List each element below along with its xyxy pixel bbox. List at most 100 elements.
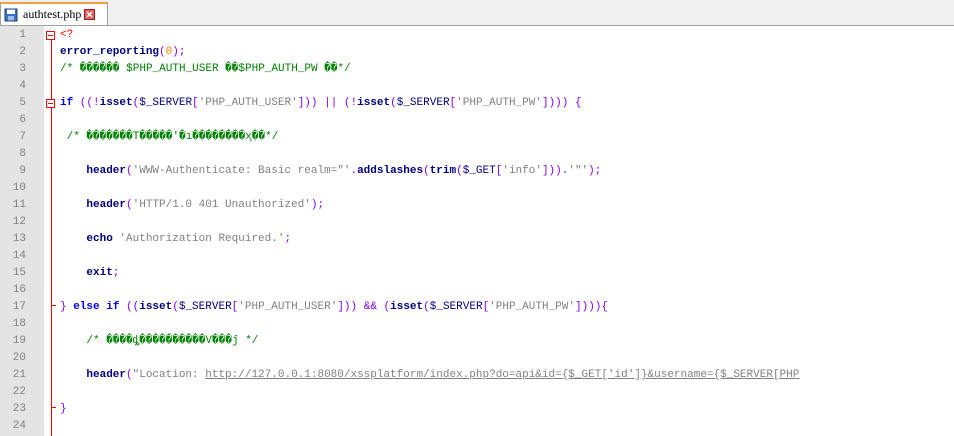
code-token: 'PHP_AUTH_USER'	[238, 301, 338, 313]
code-line[interactable]: 13 echo 'Authorization Required.';	[0, 231, 954, 248]
code-token: isset	[390, 301, 424, 313]
code-line[interactable]: 3 /* ������ $PHP_AUTH_USER ��$PHP_AUTH_PW…	[0, 61, 954, 78]
code-token: /* �������T�����'�ı��������ҳ��*/	[60, 131, 279, 143]
line-number: 14	[12, 250, 26, 262]
code-token: if	[60, 97, 74, 109]
code-token: ])) && (	[337, 301, 391, 313]
code-token: exit	[86, 267, 113, 279]
line-number: 24	[12, 420, 26, 432]
code-token: "Location:	[132, 369, 206, 381]
line-number: 2	[19, 46, 26, 58]
code-token: 'PHP_AUTH_PW'	[456, 97, 542, 109]
code-token: ;	[284, 233, 292, 245]
line-number: 10	[12, 182, 26, 194]
tab-authtest[interactable]: authtest.php	[0, 2, 108, 25]
code-token: (	[390, 97, 397, 109]
line-number: 18	[12, 318, 26, 330]
code-token: $_GET	[462, 165, 496, 177]
code-token: (	[159, 46, 166, 58]
code-token: $_SERVER	[396, 97, 450, 109]
code-token: (	[126, 199, 133, 211]
code-line[interactable]: 23}	[0, 401, 954, 418]
code-token: );	[172, 46, 186, 58]
line-number: 8	[19, 148, 26, 160]
code-line[interactable]: 1 <?	[0, 27, 954, 44]
close-icon[interactable]	[84, 9, 96, 20]
code-line[interactable]: 20	[0, 350, 954, 367]
code-line[interactable]: 4	[0, 78, 954, 95]
line-number: 23	[12, 403, 26, 415]
code-token: ((!	[73, 97, 100, 109]
code-line[interactable]: 16	[0, 282, 954, 299]
code-token: '"'	[568, 165, 589, 177]
code-token: isset	[139, 301, 173, 313]
code-line[interactable]: 14	[0, 248, 954, 265]
floppy-disk-icon	[4, 8, 18, 22]
code-line[interactable]: 18	[0, 316, 954, 333]
line-number: 9	[19, 165, 26, 177]
code-token: 'Authorization Required.'	[119, 233, 285, 245]
code-line[interactable]: 11 header('HTTP/1.0 401 Unauthorized');	[0, 197, 954, 214]
code-text: header("Location: http://127.0.0.1:8080/…	[60, 367, 799, 384]
line-number: 11	[12, 199, 26, 211]
code-line[interactable]: 17 } else if ((isset($_SERVER['PHP_AUTH_U…	[0, 299, 954, 316]
code-token: 'info'	[502, 165, 542, 177]
code-line[interactable]: 7 /* �������T�����'�ı��������ҳ��*/	[0, 129, 954, 146]
code-token: 'PHP_AUTH_PW'	[489, 301, 575, 313]
code-line[interactable]: 15 exit;	[0, 265, 954, 282]
code-line[interactable]: 6	[0, 112, 954, 129]
code-token: ;	[112, 267, 120, 279]
code-line[interactable]: 2 error_reporting(0);	[0, 44, 954, 61]
code-token: 'WWW-Authenticate: Basic realm="'	[132, 165, 351, 177]
code-token: $_SERVER	[178, 301, 232, 313]
code-line[interactable]: 5 if ((!isset($_SERVER['PHP_AUTH_USER']))…	[0, 95, 954, 112]
code-token: header	[86, 369, 127, 381]
code-line[interactable]: 8	[0, 146, 954, 163]
code-line[interactable]: 24	[0, 418, 954, 435]
code-token: (	[126, 165, 133, 177]
code-token: (	[456, 165, 463, 177]
code-text: <?	[60, 27, 73, 44]
code-token: else	[73, 301, 100, 313]
code-token: header	[86, 165, 127, 177]
code-text: header('WWW-Authenticate: Basic realm="'…	[60, 163, 601, 180]
code-token: }	[60, 301, 74, 313]
line-number: 20	[12, 352, 26, 364]
code-token: }	[60, 403, 67, 415]
code-line[interactable]: 12	[0, 214, 954, 231]
code-token: <?	[60, 29, 74, 41]
line-number: 17	[12, 301, 26, 313]
code-text: /* ����ȡ����������Ѵ���ĵ */	[60, 333, 258, 350]
code-token: addslashes	[357, 165, 424, 177]
code-token: );	[310, 199, 325, 211]
line-number: 1	[19, 29, 26, 41]
code-line[interactable]: 19 /* ����ȡ����������Ѵ���ĵ */	[0, 333, 954, 350]
tab-label: authtest.php	[23, 7, 82, 21]
line-number: 4	[19, 80, 26, 92]
line-number: 16	[12, 284, 26, 296]
code-text: exit;	[60, 265, 119, 282]
code-line[interactable]: 22	[0, 384, 954, 401]
code-token: header	[86, 199, 127, 211]
code-token: (	[172, 301, 179, 313]
code-token: );	[588, 165, 602, 177]
code-line[interactable]: 21 header("Location: http://127.0.0.1:80…	[0, 367, 954, 384]
code-line[interactable]: 10	[0, 180, 954, 197]
line-number: 6	[19, 114, 26, 126]
line-number: 22	[12, 386, 26, 398]
code-token: (	[423, 165, 430, 177]
code-token: echo	[86, 233, 113, 245]
line-number: 7	[19, 131, 26, 143]
code-editor[interactable]: 1 <? 2 error_reporting(0); 3 /* ������ $PHP_A…	[0, 26, 954, 436]
code-text: /* ������ $PHP_AUTH_USER ��$PHP_AUTH_PW …	[60, 61, 351, 78]
code-text: } else if ((isset($_SERVER['PHP_AUTH_USE…	[60, 299, 608, 316]
code-line[interactable]: 9 header('WWW-Authenticate: Basic realm=…	[0, 163, 954, 180]
code-token: /* ������ $PHP_AUTH_USER ��$PHP_AUTH_PW …	[60, 63, 351, 75]
code-token: $_SERVER	[429, 301, 483, 313]
code-text: echo 'Authorization Required.';	[60, 231, 291, 248]
code-token: if	[106, 301, 120, 313]
code-text: header('HTTP/1.0 401 Unauthorized');	[60, 197, 324, 214]
